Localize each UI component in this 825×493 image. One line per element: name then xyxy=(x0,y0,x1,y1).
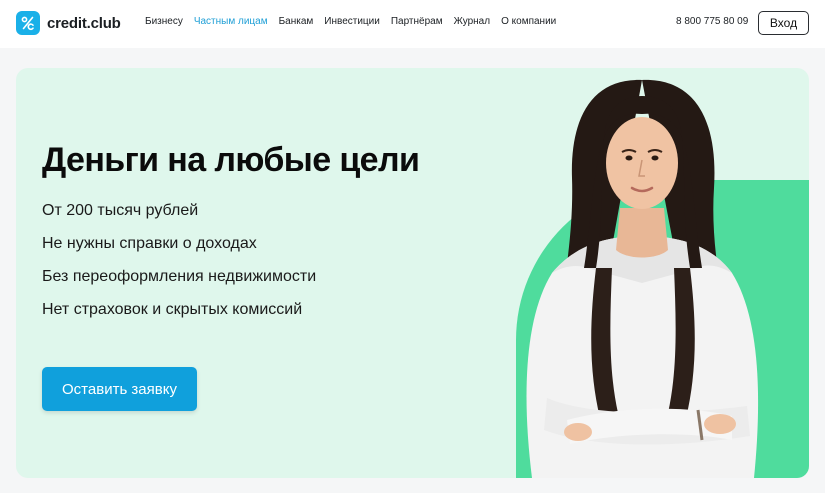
login-button[interactable]: Вход xyxy=(758,11,809,35)
hero-title: Деньги на любые цели xyxy=(42,141,420,179)
nav-item-business[interactable]: Бизнесу xyxy=(145,16,183,27)
site-header: credit.club Бизнесу Частным лицам Банкам… xyxy=(0,0,825,48)
hero-banner: Деньги на любые цели От 200 тысяч рублей… xyxy=(16,68,809,478)
woman-photo xyxy=(526,79,759,478)
main-nav: Бизнесу Частным лицам Банкам Инвестиции … xyxy=(145,16,567,27)
logo-text: credit.club xyxy=(47,14,121,32)
logo[interactable]: credit.club xyxy=(16,11,121,35)
apply-button[interactable]: Оставить заявку xyxy=(42,367,197,411)
nav-item-investments[interactable]: Инвестиции xyxy=(324,16,380,27)
phone-number[interactable]: 8 800 775 80 09 xyxy=(676,16,748,27)
percent-logo-icon xyxy=(16,11,40,35)
nav-item-about[interactable]: О компании xyxy=(501,16,556,27)
nav-item-individuals[interactable]: Частным лицам xyxy=(194,16,268,27)
nav-item-banks[interactable]: Банкам xyxy=(279,16,314,27)
nav-item-journal[interactable]: Журнал xyxy=(454,16,491,27)
feature-item: Нет страховок и скрытых комиссий xyxy=(42,301,303,318)
nav-item-partners[interactable]: Партнёрам xyxy=(391,16,443,27)
feature-item: Не нужны справки о доходах xyxy=(42,235,257,252)
feature-item: Без переоформления недвижимости xyxy=(42,268,317,285)
feature-list: От 200 тысяч рублей Не нужны справки о д… xyxy=(42,201,316,333)
feature-item: От 200 тысяч рублей xyxy=(42,202,199,219)
